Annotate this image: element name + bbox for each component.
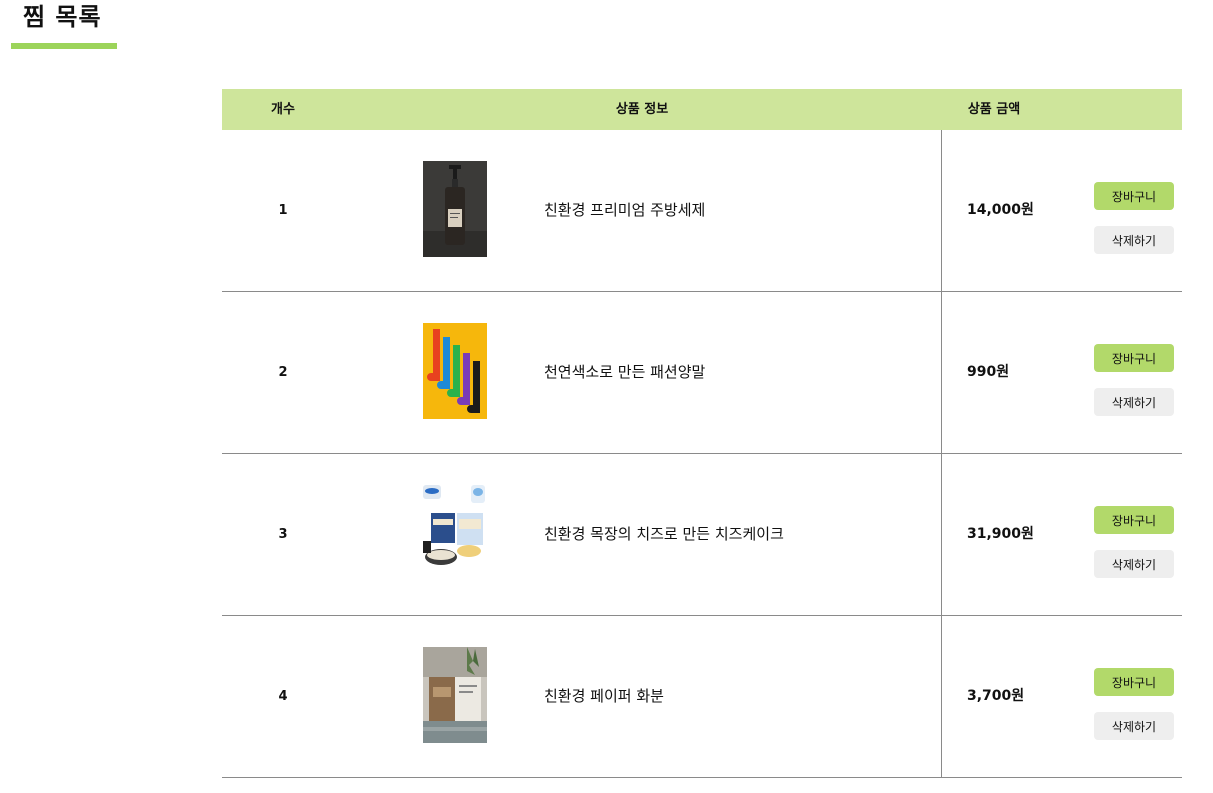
column-divider xyxy=(941,616,942,778)
product-name[interactable]: 친환경 목장의 치즈로 만든 치즈케이크 xyxy=(544,454,784,615)
column-divider xyxy=(941,454,942,616)
delete-button[interactable]: 삭제하기 xyxy=(1094,226,1174,254)
delete-button[interactable]: 삭제하기 xyxy=(1094,388,1174,416)
row-number: 2 xyxy=(278,365,288,380)
table-header: 개수 상품 정보 상품 금액 xyxy=(222,89,1182,130)
product-name[interactable]: 천연색소로 만든 패션양말 xyxy=(544,292,705,453)
table-row: 3 친환경 목장의 치즈로 만든 치즈케이크 31,900원 장바구니 삭제하기 xyxy=(222,454,1182,616)
page-title: 찜 목록 xyxy=(23,3,102,31)
row-number: 1 xyxy=(278,203,288,218)
product-name[interactable]: 친환경 페이퍼 화분 xyxy=(544,616,664,777)
product-price: 31,900원 xyxy=(967,526,1034,542)
column-divider xyxy=(941,130,942,292)
add-to-cart-button[interactable]: 장바구니 xyxy=(1094,668,1174,696)
product-price: 14,000원 xyxy=(967,202,1034,218)
product-price: 990원 xyxy=(967,364,1010,380)
column-header-price: 상품 금액 xyxy=(967,102,1021,117)
add-to-cart-button[interactable]: 장바구니 xyxy=(1094,182,1174,210)
product-image-cheesecake-package[interactable] xyxy=(423,485,487,581)
table-row: 1 친환경 프리미엄 주방세제 14,000원 장바구니 삭제하기 xyxy=(222,130,1182,292)
product-name[interactable]: 친환경 프리미엄 주방세제 xyxy=(544,130,705,291)
delete-button[interactable]: 삭제하기 xyxy=(1094,550,1174,578)
row-number: 4 xyxy=(278,689,288,704)
column-header-info: 상품 정보 xyxy=(615,102,669,117)
row-number: 3 xyxy=(278,527,288,542)
table-row: 4 친환경 페이퍼 화분 3,700원 장바구니 삭제하기 xyxy=(222,616,1182,778)
column-header-count: 개수 xyxy=(271,102,295,117)
table-row: 2 천연색소로 만든 패션양말 990원 장바구니 삭제하기 xyxy=(222,292,1182,454)
delete-button[interactable]: 삭제하기 xyxy=(1094,712,1174,740)
add-to-cart-button[interactable]: 장바구니 xyxy=(1094,506,1174,534)
product-image-colorful-socks[interactable] xyxy=(423,323,487,419)
wishlist-table: 개수 상품 정보 상품 금액 1 친환경 프리미엄 주방세제 14,000원 장… xyxy=(222,89,1182,778)
add-to-cart-button[interactable]: 장바구니 xyxy=(1094,344,1174,372)
column-divider xyxy=(941,292,942,454)
title-underline xyxy=(11,43,117,49)
product-image-soap-bottle[interactable] xyxy=(423,161,487,257)
product-image-paper-pot[interactable] xyxy=(423,647,487,743)
product-price: 3,700원 xyxy=(967,688,1025,704)
